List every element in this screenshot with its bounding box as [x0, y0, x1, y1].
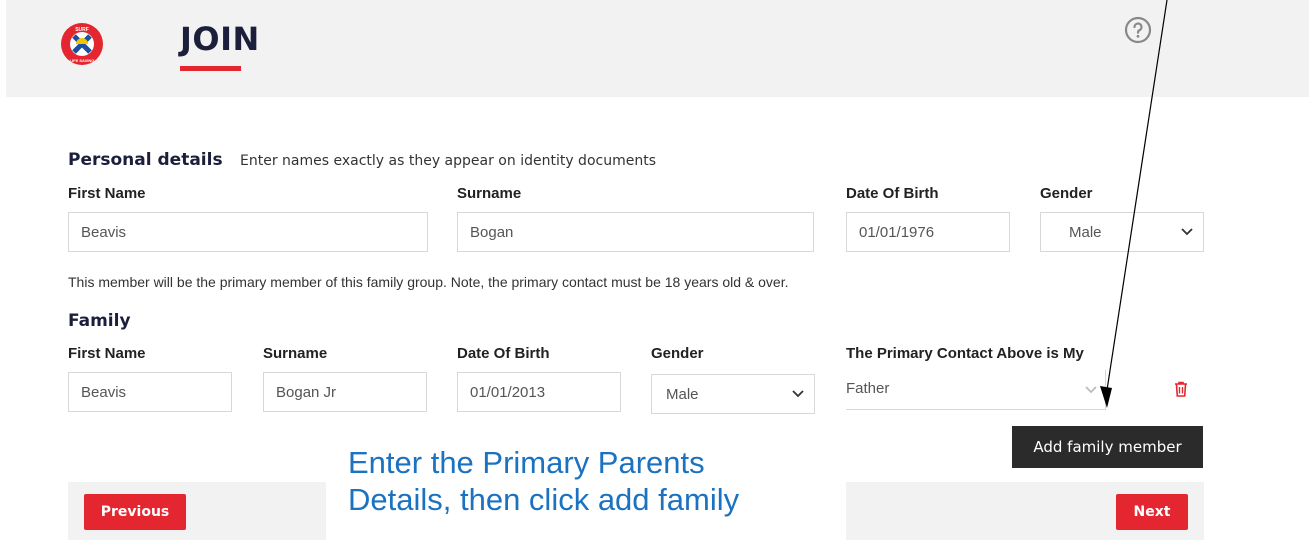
- relation-label: The Primary Contact Above is My: [846, 345, 1084, 362]
- family-heading: Family: [68, 311, 131, 331]
- chevron-down-icon: [1085, 385, 1097, 393]
- surf-life-saving-logo: SURF LIFE SAVING: [61, 23, 103, 65]
- gender-select-value: Male: [1069, 223, 1102, 241]
- personal-details-heading: Personal details: [68, 150, 223, 170]
- family-dob-input[interactable]: 01/01/2013: [457, 372, 621, 412]
- chevron-down-icon: [792, 390, 804, 398]
- family-first-name-label: First Name: [68, 345, 146, 362]
- family-first-name-input[interactable]: Beavis: [68, 372, 232, 412]
- previous-button[interactable]: Previous: [84, 494, 186, 530]
- primary-member-info: This member will be the primary member o…: [68, 274, 789, 290]
- relation-select[interactable]: Father: [846, 370, 1106, 410]
- family-gender-label: Gender: [651, 345, 704, 362]
- instruction-callout: Enter the Primary Parents Details, then …: [348, 444, 868, 518]
- callout-line-2: Details, then click add family: [348, 482, 740, 517]
- first-name-input[interactable]: Beavis: [68, 212, 428, 252]
- next-button[interactable]: Next: [1116, 494, 1188, 530]
- dob-label: Date Of Birth: [846, 185, 939, 202]
- family-surname-input[interactable]: Bogan Jr: [263, 372, 427, 412]
- chevron-down-icon: [1181, 228, 1193, 236]
- add-family-member-button[interactable]: Add family member: [1012, 426, 1203, 468]
- page-title: JOIN: [180, 20, 260, 58]
- first-name-label: First Name: [68, 185, 146, 202]
- family-surname-label: Surname: [263, 345, 328, 362]
- gender-label: Gender: [1040, 185, 1093, 202]
- surname-label: Surname: [457, 185, 522, 202]
- family-dob-label: Date Of Birth: [457, 345, 550, 362]
- personal-details-note: Enter names exactly as they appear on id…: [240, 153, 656, 169]
- callout-line-1: Enter the Primary Parents: [348, 445, 705, 480]
- family-gender-select[interactable]: Male: [651, 374, 815, 414]
- help-circle-icon[interactable]: [1124, 16, 1152, 44]
- logo-bottom-text: LIFE SAVING: [70, 58, 95, 63]
- dob-input[interactable]: 01/01/1976: [846, 212, 1010, 252]
- title-underline: [180, 66, 241, 71]
- family-gender-select-value: Male: [666, 385, 699, 403]
- surname-input[interactable]: Bogan: [457, 212, 814, 252]
- gender-select[interactable]: Male: [1040, 212, 1204, 252]
- delete-icon[interactable]: [1174, 381, 1188, 397]
- logo-top-text: SURF: [75, 27, 89, 33]
- relation-select-value: Father: [846, 380, 890, 397]
